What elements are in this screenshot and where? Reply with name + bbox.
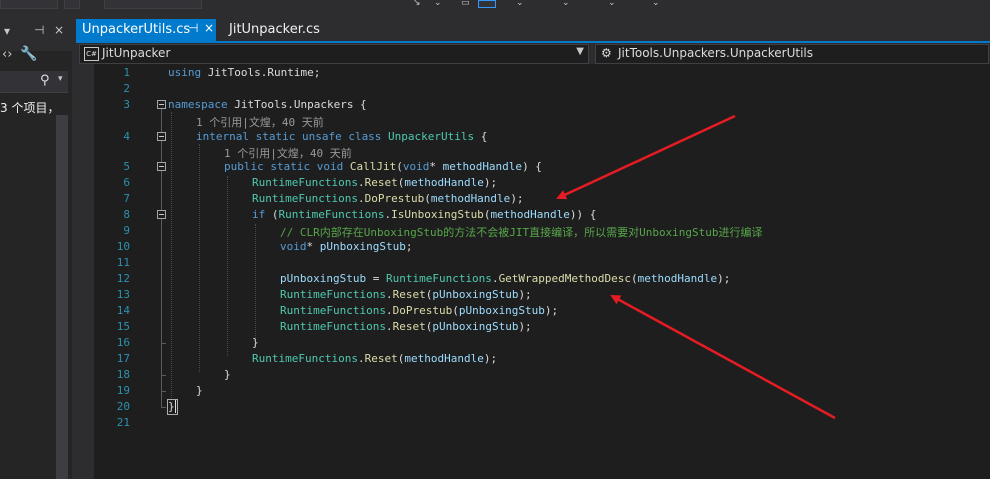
red-arrow-upper bbox=[556, 114, 736, 200]
annotation-arrows bbox=[556, 114, 836, 420]
red-arrow-lower bbox=[610, 294, 836, 420]
